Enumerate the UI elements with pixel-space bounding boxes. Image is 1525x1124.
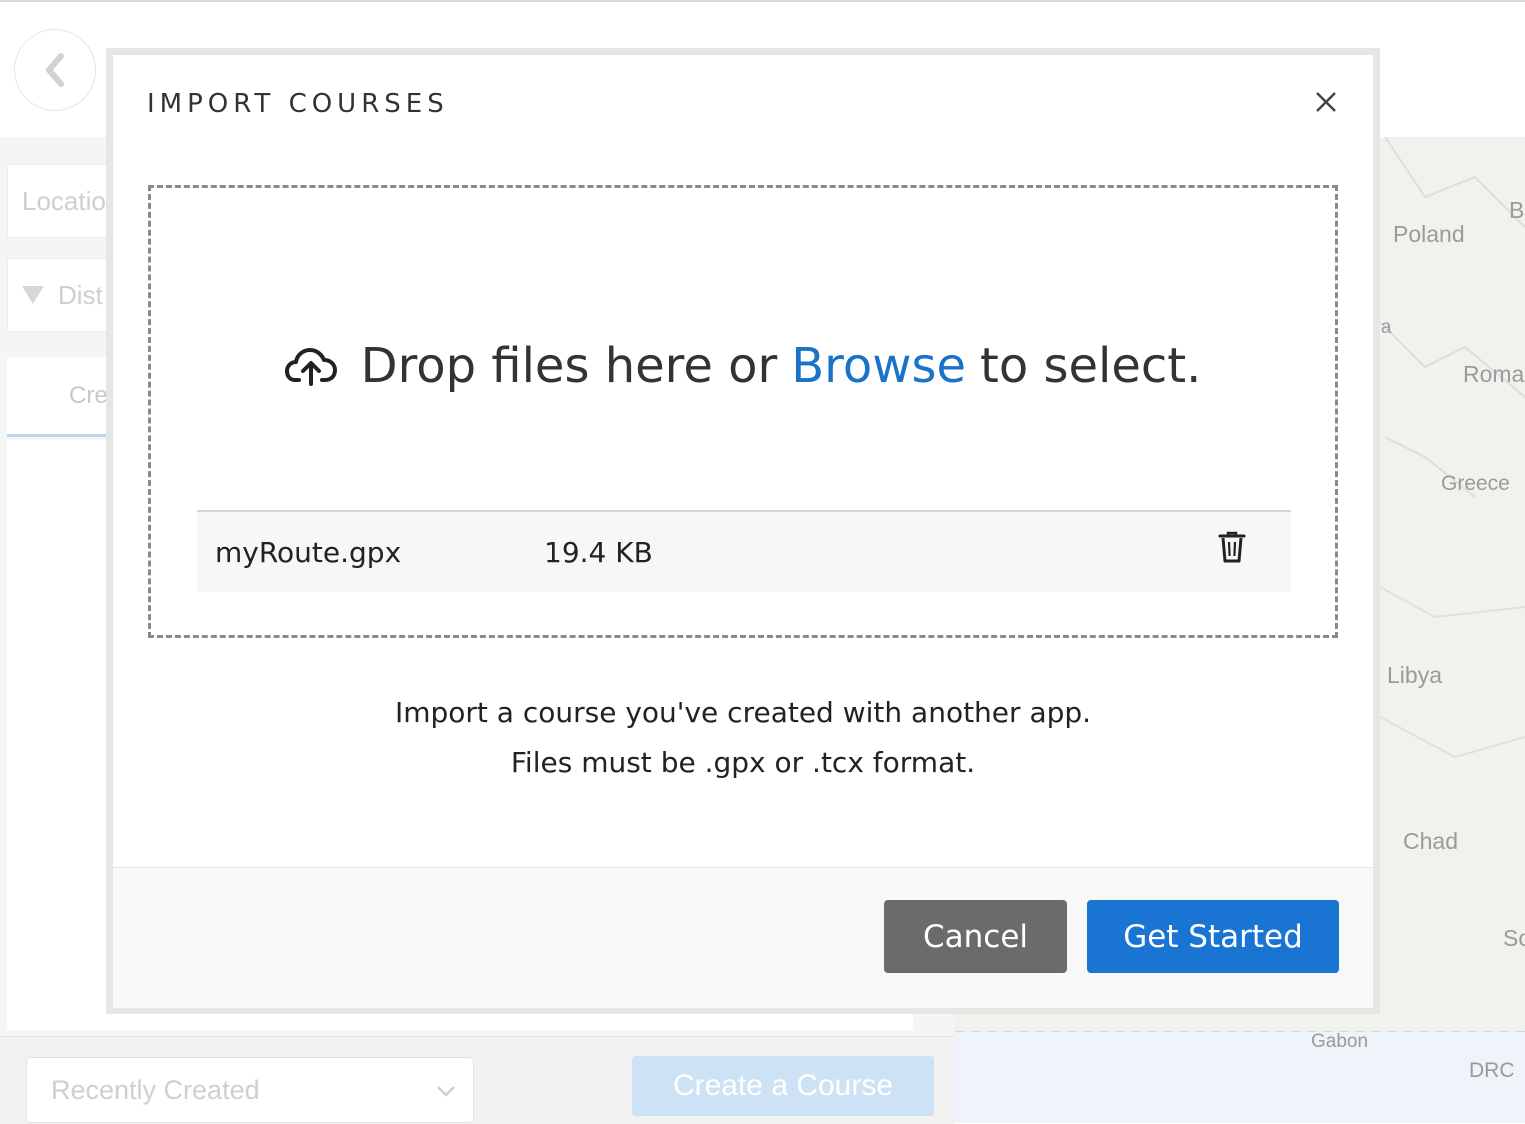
- sort-select[interactable]: Recently Created: [26, 1057, 474, 1123]
- dropzone-text-before: Drop files here or: [360, 338, 778, 394]
- file-dropzone[interactable]: Drop files here or Browse to select. myR…: [148, 185, 1338, 638]
- file-row: myRoute.gpx 19.4 KB: [197, 510, 1291, 592]
- map-label-chad: Chad: [1403, 828, 1458, 854]
- map-label-so: So: [1503, 925, 1525, 951]
- triangle-down-icon: [22, 286, 44, 304]
- map-label-poland: Poland: [1393, 221, 1465, 247]
- file-size: 19.4 KB: [544, 536, 653, 569]
- description-line-2: Files must be .gpx or .tcx format.: [510, 746, 976, 779]
- map-sea: [955, 1032, 1525, 1123]
- get-started-button[interactable]: Get Started: [1087, 900, 1339, 973]
- close-button[interactable]: [1309, 85, 1343, 119]
- chevron-left-icon: [46, 53, 64, 87]
- distance-filter[interactable]: Dist: [7, 258, 117, 332]
- import-description: Import a course you've created with anot…: [113, 688, 1373, 788]
- description-line-1: Import a course you've created with anot…: [394, 696, 1092, 729]
- dropzone-prompt: Drop files here or Browse to select.: [151, 338, 1335, 394]
- map-label-drc: DRC: [1469, 1059, 1515, 1082]
- create-course-button[interactable]: Create a Course: [632, 1056, 934, 1116]
- tab-label: Cre: [69, 381, 108, 409]
- browse-link[interactable]: Browse: [791, 338, 966, 394]
- cloud-upload-icon: [284, 346, 337, 386]
- distance-label: Dist: [58, 279, 103, 310]
- map-label-gabon: Gabon: [1311, 1031, 1369, 1052]
- location-placeholder: Locatio: [22, 185, 106, 216]
- map-label-libya: Libya: [1387, 662, 1442, 688]
- import-courses-dialog: IMPORT COURSES Drop files here or Browse…: [113, 55, 1373, 1008]
- dialog-title: IMPORT COURSES: [147, 89, 449, 119]
- map-label-greece: Greece: [1441, 472, 1510, 495]
- map-label-romania: Roma: [1463, 361, 1525, 387]
- chevron-down-icon: [437, 1086, 455, 1097]
- tab-created[interactable]: Cre: [7, 357, 117, 437]
- dropzone-text-after: to select.: [980, 338, 1202, 394]
- close-icon: [1316, 92, 1336, 112]
- sort-select-value: Recently Created: [51, 1074, 260, 1105]
- location-input[interactable]: Locatio: [7, 164, 117, 238]
- file-name: myRoute.gpx: [215, 536, 402, 569]
- cancel-button[interactable]: Cancel: [884, 900, 1067, 973]
- trash-icon[interactable]: [1217, 530, 1247, 571]
- top-divider: [0, 0, 1525, 2]
- map-label-b: B: [1509, 197, 1525, 223]
- back-button[interactable]: [14, 29, 96, 111]
